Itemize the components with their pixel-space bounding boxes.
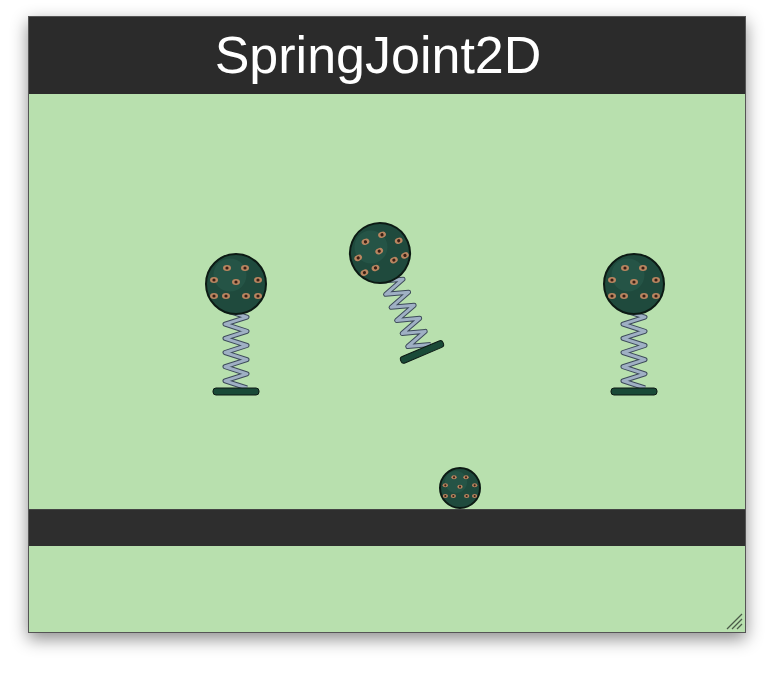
play-area [29,94,745,509]
spring-body[interactable] [206,254,266,395]
lower-area [29,546,745,632]
ground [29,509,745,546]
resize-grip-icon[interactable] [723,610,743,630]
spring-body[interactable] [341,214,451,367]
title-bar[interactable]: SpringJoint2D [29,17,745,94]
spring-body[interactable] [604,254,664,395]
scene-canvas [29,94,745,509]
demo-window: SpringJoint2D [28,16,746,633]
ball[interactable] [440,468,480,508]
window-title: SpringJoint2D [215,27,542,84]
scene [29,94,745,632]
